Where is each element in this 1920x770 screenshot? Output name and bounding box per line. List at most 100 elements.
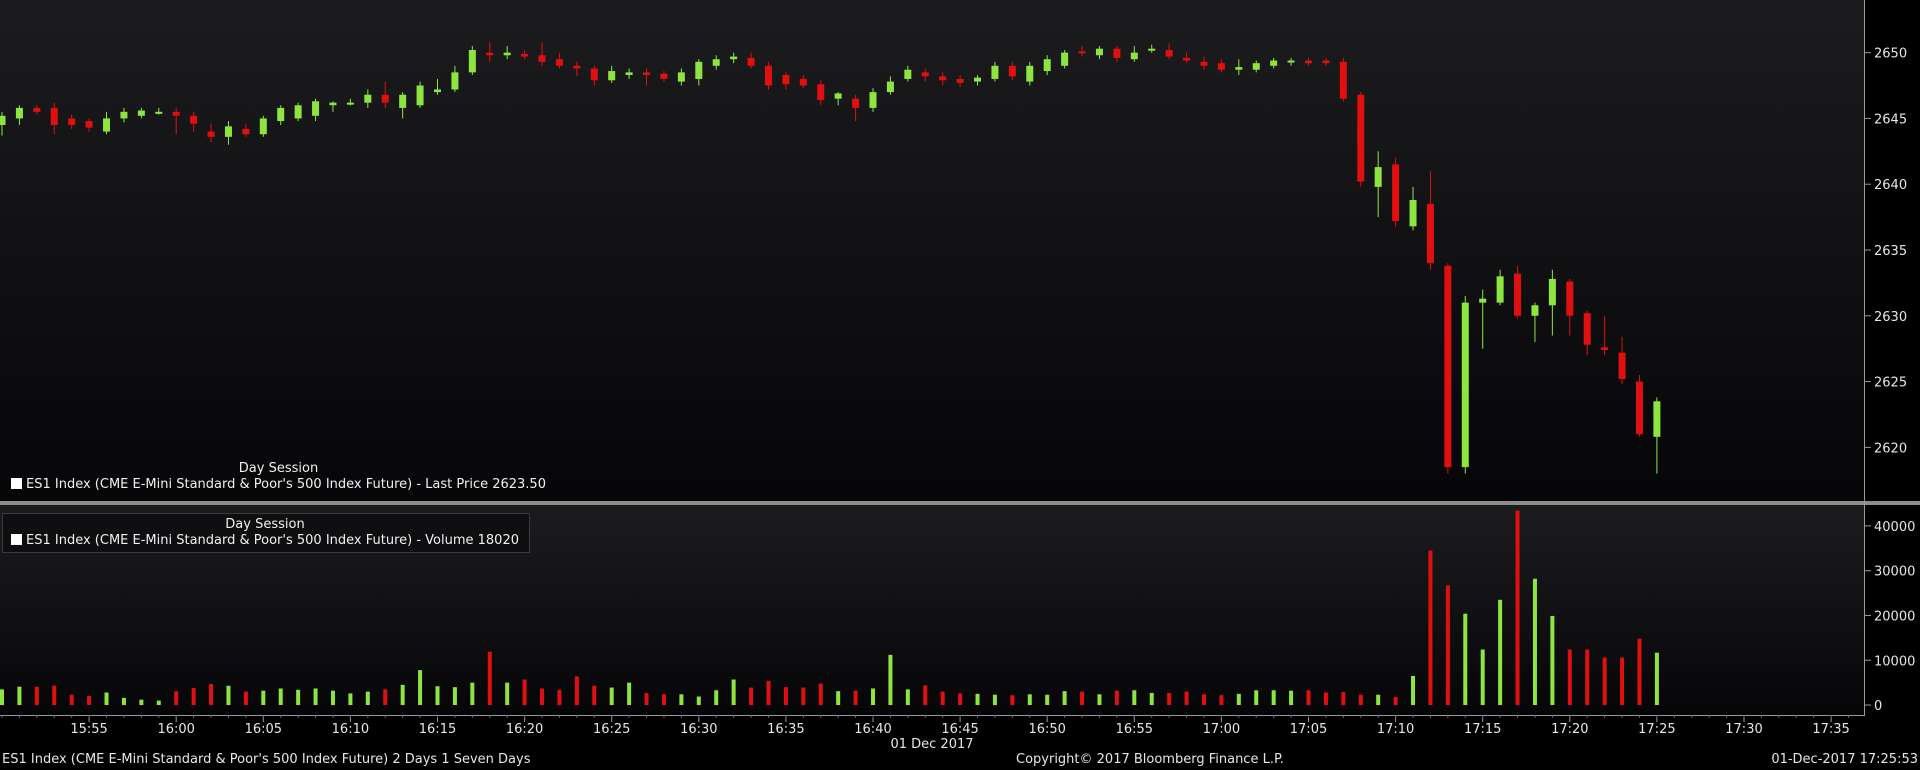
candle-body — [555, 59, 563, 66]
candle-body — [0, 115, 6, 125]
candle-body — [1461, 302, 1469, 468]
volume-bar — [1654, 652, 1659, 706]
volume-y-tick-label: 30000 — [1874, 565, 1915, 580]
candle-body — [834, 93, 842, 99]
volume-bar — [749, 687, 754, 706]
price-y-tick-label: 2650 — [1874, 47, 1907, 62]
volume-bar — [1532, 578, 1537, 706]
candle-body — [1148, 48, 1156, 51]
volume-bar — [296, 689, 301, 706]
volume-bar — [1550, 615, 1555, 706]
volume-bar — [871, 688, 875, 706]
volume-bar — [1167, 692, 1172, 706]
volume-bar — [34, 686, 39, 706]
candle-body — [1548, 278, 1556, 306]
x-tick-label: 17:00 — [1203, 722, 1240, 737]
candle-body — [33, 107, 41, 112]
volume-bar — [1027, 694, 1032, 706]
footer-security-label: ES1 Index (CME E-Mini Standard & Poor's … — [2, 752, 531, 767]
x-tick-label: 16:45 — [941, 722, 978, 737]
candle-body — [1322, 60, 1330, 64]
price-legend-title: Day Session — [238, 461, 319, 476]
x-tick-label: 17:30 — [1725, 722, 1762, 737]
volume-bar — [1602, 657, 1607, 706]
volume-y-tick-label: 40000 — [1874, 520, 1915, 535]
volume-bar — [557, 689, 562, 706]
candle-body — [364, 94, 372, 103]
candle-body — [730, 56, 738, 60]
candle-body — [538, 55, 546, 62]
candle-body — [85, 121, 93, 128]
panel-divider[interactable] — [0, 501, 1920, 505]
volume-bar — [958, 693, 963, 706]
x-tick-label: 16:35 — [767, 722, 804, 737]
volume-bar — [1567, 649, 1572, 706]
candle-body — [416, 85, 424, 106]
price-y-tick-label: 2645 — [1874, 112, 1907, 127]
volume-bar — [609, 687, 614, 706]
volume-y-tick-label: 0 — [1874, 699, 1882, 714]
candle-body — [782, 75, 790, 85]
price-legend-row: ES1 Index (CME E-Mini Standard & Poor's … — [11, 477, 546, 493]
candle-body — [1165, 50, 1173, 57]
volume-bar — [1480, 649, 1485, 706]
candle-body — [277, 107, 285, 122]
volume-bar — [1045, 694, 1050, 706]
volume-bar — [470, 682, 475, 706]
volume-bar — [156, 700, 161, 706]
price-y-tick-label: 2635 — [1874, 244, 1907, 259]
candle-body — [381, 94, 389, 103]
x-tick-label: 15:55 — [70, 722, 107, 737]
volume-bar — [766, 680, 771, 706]
volume-bar — [209, 683, 214, 706]
candle-body — [852, 98, 860, 108]
candle-body — [120, 111, 128, 119]
candle-body — [608, 71, 616, 81]
price-panel-bg — [0, 0, 1865, 502]
volume-bar — [1428, 550, 1433, 706]
candle-body — [1479, 298, 1487, 303]
candle-body — [224, 126, 232, 137]
volume-bar — [435, 686, 440, 706]
candle-body — [50, 107, 58, 125]
volume-bar — [801, 687, 806, 706]
volume-bar — [1358, 694, 1363, 706]
candle-body — [1618, 352, 1626, 379]
volume-bar — [1637, 638, 1642, 706]
candle-body — [1113, 48, 1121, 58]
candle-body — [1514, 273, 1522, 316]
volume-bar — [348, 693, 353, 706]
candle-body — [1252, 63, 1260, 70]
price-y-tick-label: 2630 — [1874, 310, 1907, 325]
volume-bar — [1463, 613, 1468, 706]
volume-bar — [383, 689, 388, 706]
candle-body — [1392, 164, 1400, 222]
volume-bar — [400, 684, 405, 706]
volume-bar — [1010, 695, 1015, 706]
candle-body — [939, 76, 947, 81]
volume-bar — [1114, 690, 1119, 706]
volume-bar — [174, 691, 179, 706]
candle-body — [921, 72, 929, 77]
candle-body — [956, 78, 964, 83]
candle-body — [1635, 381, 1643, 435]
x-tick-label: 16:15 — [419, 722, 456, 737]
price-y-axis: 2650 2645 2640 2635 2630 2625 2620 — [1865, 47, 1907, 456]
x-tick-label: 16:25 — [593, 722, 630, 737]
footer-copyright: Copyright© 2017 Bloomberg Finance L.P. — [1016, 752, 1284, 767]
candle-body — [590, 68, 598, 81]
volume-bar — [0, 689, 4, 706]
candle-body — [1601, 347, 1609, 350]
candle-body — [991, 65, 999, 79]
candle-body — [1200, 61, 1208, 66]
candle-body — [1566, 281, 1574, 316]
candle-body — [242, 128, 250, 135]
x-tick-label: 16:05 — [245, 722, 282, 737]
volume-bar — [1445, 585, 1450, 706]
candle-body — [677, 72, 685, 82]
price-legend-swatch — [11, 478, 22, 489]
volume-legend: Day Session ES1 Index (CME E-Mini Standa… — [2, 513, 530, 553]
x-tick-label: 16:10 — [332, 722, 369, 737]
volume-bar — [661, 694, 666, 706]
candle-body — [1078, 51, 1086, 54]
